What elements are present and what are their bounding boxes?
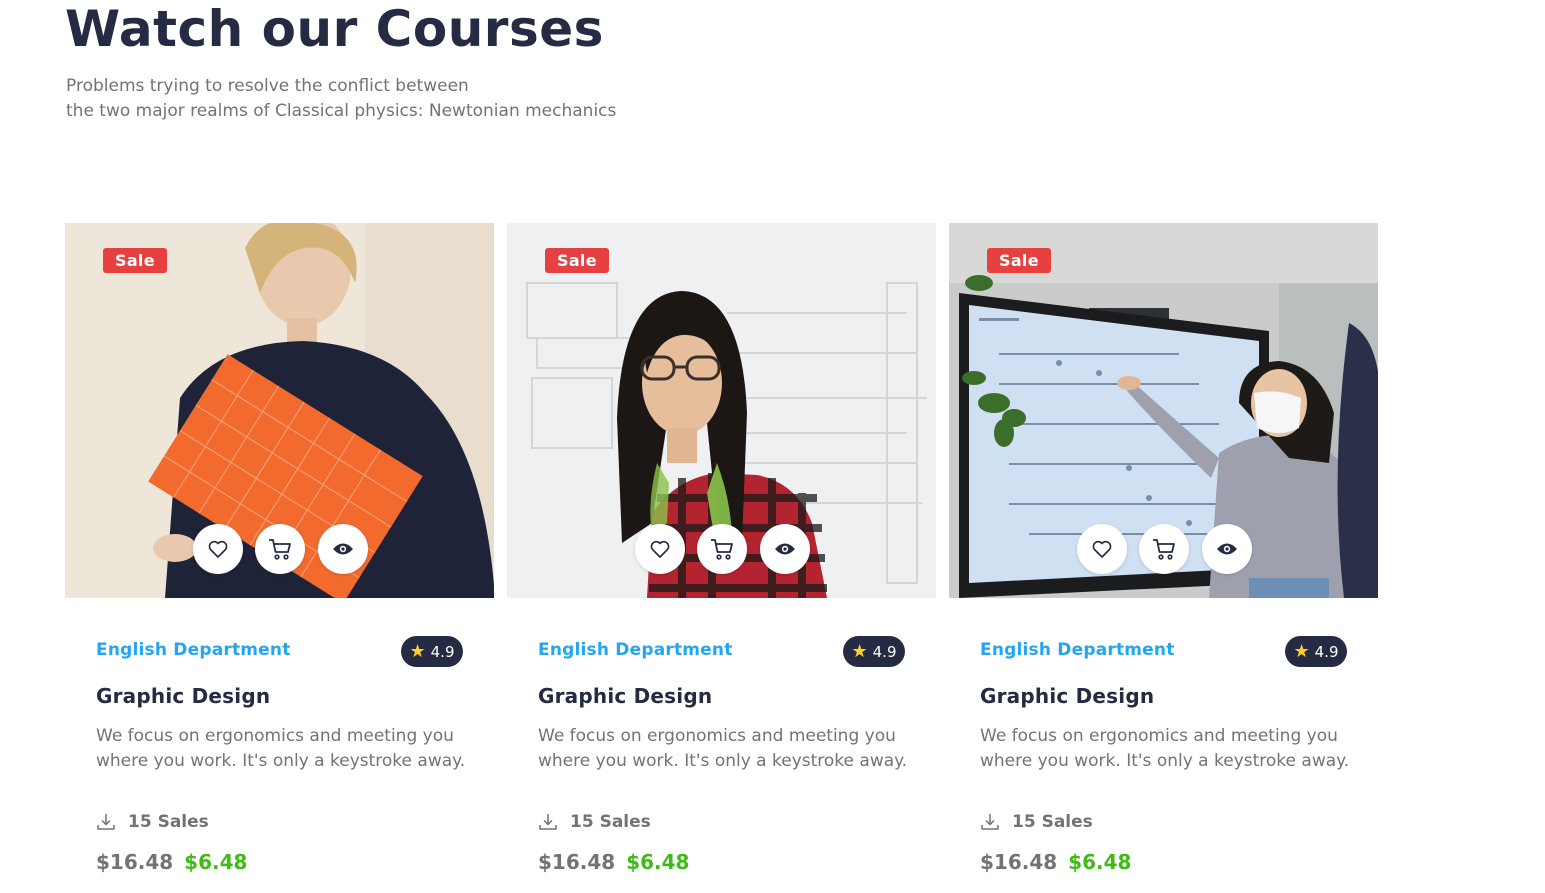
download-icon	[981, 814, 999, 830]
heart-icon	[208, 540, 228, 558]
rating-value: 4.9	[430, 642, 455, 661]
department-link[interactable]: English Department	[538, 640, 733, 660]
course-title[interactable]: Graphic Design	[980, 684, 1154, 708]
price: $16.48 $6.48	[538, 850, 689, 874]
sales-info: 15 Sales	[538, 812, 651, 832]
new-price: $6.48	[1068, 850, 1132, 874]
rating-value: 4.9	[1314, 642, 1339, 661]
sales-count: 15 Sales	[1012, 812, 1093, 832]
add-to-cart-button[interactable]	[1139, 524, 1189, 574]
subtitle-line-2: the two major realms of Classical physic…	[66, 101, 617, 121]
page-title: Watch our Courses	[65, 0, 604, 58]
download-icon	[539, 814, 557, 830]
download-icon	[97, 814, 115, 830]
course-description: We focus on ergonomics and meeting you w…	[538, 726, 908, 771]
new-price: $6.48	[626, 850, 690, 874]
old-price: $16.48	[980, 850, 1058, 874]
rating-value: 4.9	[872, 642, 897, 661]
rating-badge: ★ 4.9	[843, 636, 905, 667]
price: $16.48 $6.48	[980, 850, 1131, 874]
price: $16.48 $6.48	[96, 850, 247, 874]
star-icon: ★	[1293, 640, 1310, 662]
add-to-cart-button[interactable]	[697, 524, 747, 574]
course-card[interactable]: Sale English Department ★ 4.9 Graphic De…	[507, 223, 936, 893]
sales-count: 15 Sales	[570, 812, 651, 832]
like-button[interactable]	[1077, 524, 1127, 574]
course-image[interactable]: Sale	[507, 223, 936, 598]
sale-badge: Sale	[545, 248, 609, 273]
rating-badge: ★ 4.9	[1285, 636, 1347, 667]
heart-icon	[650, 540, 670, 558]
sale-badge: Sale	[103, 248, 167, 273]
add-to-cart-button[interactable]	[255, 524, 305, 574]
rating-badge: ★ 4.9	[401, 636, 463, 667]
old-price: $16.48	[96, 850, 174, 874]
department-link[interactable]: English Department	[980, 640, 1175, 660]
like-button[interactable]	[193, 524, 243, 574]
star-icon: ★	[851, 640, 868, 662]
course-image[interactable]: Sale	[949, 223, 1378, 598]
course-title[interactable]: Graphic Design	[96, 684, 270, 708]
sales-info: 15 Sales	[96, 812, 209, 832]
course-description: We focus on ergonomics and meeting you w…	[96, 726, 466, 771]
cart-icon	[269, 539, 291, 560]
cart-icon	[711, 539, 733, 560]
course-card[interactable]: Sale English Department ★ 4.9 Graphic De…	[949, 223, 1378, 893]
quick-view-button[interactable]	[318, 524, 368, 574]
quick-view-button[interactable]	[1202, 524, 1252, 574]
page-subtitle: Problems trying to resolve the conflict …	[66, 74, 616, 124]
heart-icon	[1092, 540, 1112, 558]
sales-count: 15 Sales	[128, 812, 209, 832]
cart-icon	[1153, 539, 1175, 560]
course-description: We focus on ergonomics and meeting you w…	[980, 726, 1350, 771]
course-image[interactable]: Sale	[65, 223, 494, 598]
old-price: $16.48	[538, 850, 616, 874]
like-button[interactable]	[635, 524, 685, 574]
department-link[interactable]: English Department	[96, 640, 291, 660]
quick-view-button[interactable]	[760, 524, 810, 574]
sales-info: 15 Sales	[980, 812, 1093, 832]
course-title[interactable]: Graphic Design	[538, 684, 712, 708]
eye-icon	[775, 543, 795, 555]
eye-icon	[333, 543, 353, 555]
subtitle-line-1: Problems trying to resolve the conflict …	[66, 76, 469, 96]
sale-badge: Sale	[987, 248, 1051, 273]
star-icon: ★	[409, 640, 426, 662]
eye-icon	[1217, 543, 1237, 555]
course-card[interactable]: Sale English Department ★ 4.9 Graphic De…	[65, 223, 494, 893]
new-price: $6.48	[184, 850, 248, 874]
